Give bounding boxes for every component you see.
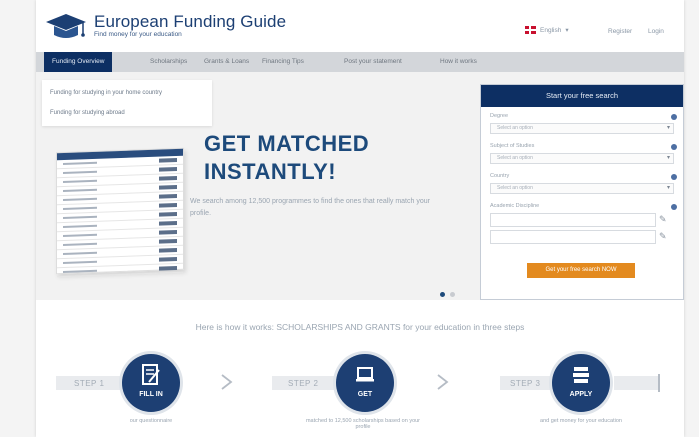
uk-flag-icon bbox=[525, 26, 536, 34]
nav-post-statement[interactable]: Post your statement bbox=[344, 52, 402, 72]
degree-info-icon[interactable] bbox=[671, 114, 677, 120]
register-link[interactable]: Register bbox=[608, 28, 632, 35]
books-icon bbox=[573, 367, 589, 383]
nav-funding-overview[interactable]: Funding Overview bbox=[44, 52, 113, 72]
site-logo-title[interactable]: European Funding Guide bbox=[94, 12, 286, 32]
step-3-bar-tail bbox=[614, 376, 660, 390]
carousel-dot-1[interactable] bbox=[440, 292, 445, 297]
country-select[interactable]: Select an option bbox=[490, 183, 674, 194]
dropdown-item-home-country[interactable]: Funding for studying in your home countr… bbox=[50, 90, 162, 96]
step-2-action: GET bbox=[357, 391, 373, 398]
step-3-desc: and get money for your education bbox=[540, 418, 622, 424]
nav-financing-tips[interactable]: Financing Tips bbox=[262, 52, 304, 72]
chevron-right-icon bbox=[437, 374, 449, 390]
page-background: European Funding Guide Find money for yo… bbox=[0, 0, 699, 437]
step-1-label: STEP 1 bbox=[74, 379, 105, 388]
language-selector[interactable]: English ▾ bbox=[525, 26, 569, 34]
main-nav: Funding Overview Scholarships Grants & L… bbox=[36, 52, 684, 72]
how-it-works-section: Here is how it works: SCHOLARSHIPS AND G… bbox=[36, 300, 684, 437]
login-link[interactable]: Login bbox=[648, 28, 664, 35]
start-search-button[interactable]: Get your free search NOW bbox=[527, 263, 635, 278]
hero-title: GET MATCHED INSTANTLY! bbox=[204, 130, 369, 186]
nav-how-it-works[interactable]: How it works bbox=[440, 52, 477, 72]
step-1-circle: FILL IN bbox=[122, 354, 180, 412]
discipline-info-icon[interactable] bbox=[671, 204, 677, 210]
hero-title-line1: GET MATCHED bbox=[204, 131, 370, 156]
nav-scholarships[interactable]: Scholarships bbox=[150, 52, 187, 72]
step-3-circle: APPLY bbox=[552, 354, 610, 412]
chevron-right-icon bbox=[221, 374, 233, 390]
degree-select[interactable]: Select an option bbox=[490, 123, 674, 134]
discipline-label: Academic Discipline bbox=[490, 203, 540, 209]
hero-description: We search among 12,500 programmes to fin… bbox=[190, 198, 430, 217]
site-tagline: Find money for your education bbox=[94, 31, 182, 38]
search-panel-title: Start your free search bbox=[481, 85, 683, 107]
divider bbox=[658, 374, 660, 392]
browser-content: European Funding Guide Find money for yo… bbox=[36, 0, 684, 437]
graduation-cap-icon[interactable] bbox=[44, 10, 88, 44]
subject-info-icon[interactable] bbox=[671, 144, 677, 150]
step-3-action: APPLY bbox=[569, 391, 593, 398]
step-1-desc: our questionnaire bbox=[129, 418, 173, 424]
results-table-illustration bbox=[56, 147, 184, 278]
how-it-works-heading: Here is how it works: SCHOLARSHIPS AND G… bbox=[195, 322, 525, 332]
degree-label: Degree bbox=[490, 113, 509, 119]
country-label: Country bbox=[490, 173, 510, 179]
funding-overview-dropdown: Funding for studying in your home countr… bbox=[42, 80, 212, 126]
search-panel: Start your free search Degree Select an … bbox=[480, 84, 684, 300]
country-info-icon[interactable] bbox=[671, 174, 677, 180]
dropdown-item-abroad[interactable]: Funding for studying abroad bbox=[50, 110, 125, 116]
language-label: English bbox=[540, 26, 562, 34]
step-1-action: FILL IN bbox=[139, 391, 163, 398]
subject-label: Subject of Studies bbox=[490, 143, 535, 149]
step-2-label: STEP 2 bbox=[288, 379, 319, 388]
site-header: European Funding Guide Find money for yo… bbox=[36, 0, 684, 52]
nav-grants-loans[interactable]: Grants & Loans bbox=[204, 52, 249, 72]
step-2-desc: matched to 12,500 scholarships based on … bbox=[305, 418, 421, 430]
chevron-down-icon: ▾ bbox=[565, 27, 569, 34]
carousel-dot-2[interactable] bbox=[450, 292, 455, 297]
step-3-label: STEP 3 bbox=[510, 379, 541, 388]
edit-icon[interactable]: ✎ bbox=[659, 214, 669, 224]
edit-icon[interactable]: ✎ bbox=[659, 231, 669, 241]
hero-title-line2: INSTANTLY! bbox=[204, 159, 337, 184]
subject-select[interactable]: Select an option bbox=[490, 153, 674, 164]
carousel-dots bbox=[440, 292, 455, 297]
step-2-circle: GET bbox=[336, 354, 394, 412]
form-icon bbox=[142, 364, 160, 385]
discipline-input-1[interactable] bbox=[490, 213, 656, 227]
laptop-icon bbox=[356, 367, 374, 382]
discipline-input-2[interactable] bbox=[490, 230, 656, 244]
